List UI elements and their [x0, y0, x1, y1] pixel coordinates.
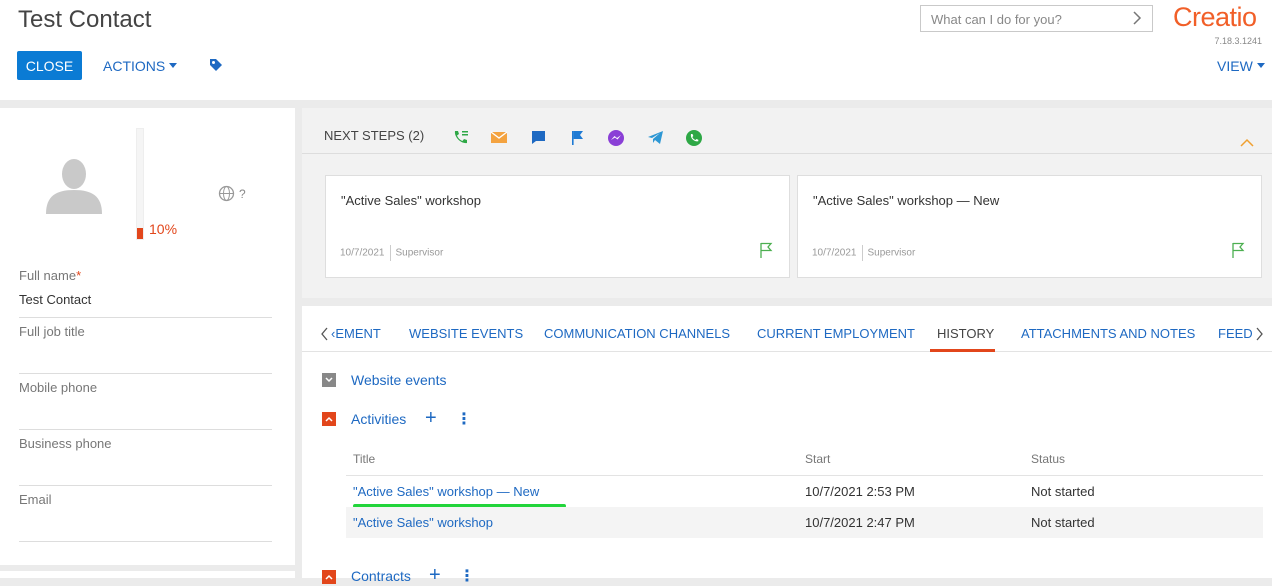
tab-engagement[interactable]: ‹EMENT: [331, 326, 381, 341]
more-options-icon[interactable]: ⋮: [456, 409, 472, 429]
add-icon[interactable]: +: [429, 565, 441, 585]
next-step-date: 10/7/2021: [340, 247, 385, 259]
next-step-title[interactable]: "Active Sales" workshop — New: [813, 193, 999, 208]
add-icon[interactable]: +: [425, 408, 437, 428]
profile-panel-next: [0, 571, 295, 578]
profile-panel: 10% ? Full name* Test Contact Full job t…: [0, 108, 295, 565]
completeness-percent: 10%: [149, 221, 178, 237]
required-marker: *: [76, 268, 82, 283]
chevron-down-icon: [169, 62, 178, 68]
expand-toggle-icon[interactable]: [322, 373, 336, 387]
chevron-right-icon[interactable]: [1255, 327, 1263, 346]
page-header: Test Contact CLOSE ACTIONS What can I do…: [0, 0, 1272, 100]
next-step-owner: Supervisor: [867, 247, 916, 259]
divider: [389, 245, 391, 261]
tab-website-events[interactable]: WEBSITE EVENTS: [409, 326, 523, 341]
field-value[interactable]: Test Contact: [19, 292, 272, 307]
completeness-fill: [137, 228, 143, 239]
field-label: Business phone: [19, 436, 112, 451]
detail-tabs-panel: ‹EMENT WEBSITE EVENTS COMMUNICATION CHAN…: [302, 306, 1272, 585]
timezone-help[interactable]: ?: [239, 187, 246, 201]
table-row[interactable]: "Active Sales" workshop 10/7/2021 2:47 P…: [346, 507, 1263, 538]
chevron-up-icon[interactable]: [1239, 135, 1255, 153]
column-header-status[interactable]: Status: [1031, 452, 1065, 466]
full-name-field[interactable]: Full name* Test Contact: [19, 268, 272, 318]
creatio-logo: Creatio: [1173, 2, 1257, 32]
tab-current-employment[interactable]: CURRENT EMPLOYMENT: [757, 326, 915, 341]
call-icon[interactable]: [452, 129, 469, 151]
collapse-toggle-icon[interactable]: [322, 570, 336, 584]
business-phone-field[interactable]: Business phone: [19, 436, 272, 486]
actions-label: ACTIONS: [103, 58, 166, 74]
flag-icon[interactable]: [1230, 241, 1246, 264]
tab-attachments-and-notes[interactable]: ATTACHMENTS AND NOTES: [1021, 326, 1195, 341]
field-label: Full name: [19, 268, 77, 283]
tag-icon[interactable]: [208, 57, 224, 78]
next-step-title[interactable]: "Active Sales" workshop: [341, 193, 481, 208]
close-button[interactable]: CLOSE: [17, 51, 82, 80]
column-header-start[interactable]: Start: [805, 452, 830, 466]
activity-title-link[interactable]: "Active Sales" workshop — New: [353, 484, 539, 499]
field-label: Mobile phone: [19, 380, 98, 395]
messenger-icon[interactable]: [607, 129, 625, 152]
more-options-icon[interactable]: ⋮: [459, 566, 475, 586]
activity-start: 10/7/2021 2:53 PM: [805, 484, 915, 499]
column-header-title[interactable]: Title: [353, 452, 375, 466]
field-label: Email: [19, 492, 52, 507]
version-number: 7.18.3.1241: [1214, 36, 1262, 46]
chat-icon[interactable]: [530, 129, 547, 151]
activity-start: 10/7/2021 2:47 PM: [805, 515, 915, 530]
search-placeholder: What can I do for you?: [931, 12, 1062, 27]
view-button[interactable]: VIEW: [1217, 58, 1265, 74]
next-steps-title[interactable]: NEXT STEPS (2): [324, 128, 424, 143]
next-step-date: 10/7/2021: [812, 247, 857, 259]
avatar[interactable]: [44, 158, 104, 219]
section-contracts[interactable]: Contracts: [351, 568, 411, 584]
job-title-field[interactable]: Full job title: [19, 324, 272, 374]
chevron-right-icon[interactable]: [1132, 11, 1142, 28]
email-field[interactable]: Email: [19, 492, 272, 542]
chevron-down-icon: [1256, 62, 1265, 68]
globe-icon[interactable]: [218, 185, 235, 207]
divider: [302, 153, 1272, 154]
activity-title-link[interactable]: "Active Sales" workshop: [353, 515, 493, 530]
section-website-events[interactable]: Website events: [351, 372, 446, 388]
view-label: VIEW: [1217, 58, 1253, 74]
section-activities[interactable]: Activities: [351, 411, 406, 427]
tab-communication-channels[interactable]: COMMUNICATION CHANNELS: [544, 326, 730, 341]
flag-icon[interactable]: [569, 129, 586, 151]
next-step-card[interactable]: "Active Sales" workshop 10/7/2021 Supervi…: [325, 175, 790, 278]
field-label: Full job title: [19, 324, 85, 339]
next-step-card[interactable]: "Active Sales" workshop — New 10/7/2021 S…: [797, 175, 1262, 278]
next-steps-panel: NEXT STEPS (2) "Active Sales" workshop 1…: [302, 108, 1272, 298]
table-row[interactable]: "Active Sales" workshop — New 10/7/2021 …: [346, 476, 1263, 508]
mobile-phone-field[interactable]: Mobile phone: [19, 380, 272, 430]
whatsapp-icon[interactable]: [685, 129, 703, 152]
tab-history[interactable]: HISTORY: [937, 326, 994, 341]
page-title: Test Contact: [18, 6, 152, 33]
tab-feed[interactable]: FEED: [1218, 326, 1253, 341]
search-input[interactable]: What can I do for you?: [920, 5, 1153, 32]
actions-button[interactable]: ACTIONS: [103, 58, 178, 74]
flag-icon[interactable]: [758, 241, 774, 264]
telegram-icon[interactable]: [647, 129, 664, 151]
chevron-left-icon[interactable]: [321, 327, 329, 346]
tab-bar: ‹EMENT WEBSITE EVENTS COMMUNICATION CHAN…: [302, 306, 1272, 352]
activity-status: Not started: [1031, 484, 1095, 499]
email-icon[interactable]: [490, 129, 508, 151]
next-step-owner: Supervisor: [395, 247, 444, 259]
activity-status: Not started: [1031, 515, 1095, 530]
divider: [861, 245, 863, 261]
active-tab-indicator: [930, 349, 995, 352]
completeness-bar: [136, 128, 144, 240]
collapse-toggle-icon[interactable]: [322, 412, 336, 426]
